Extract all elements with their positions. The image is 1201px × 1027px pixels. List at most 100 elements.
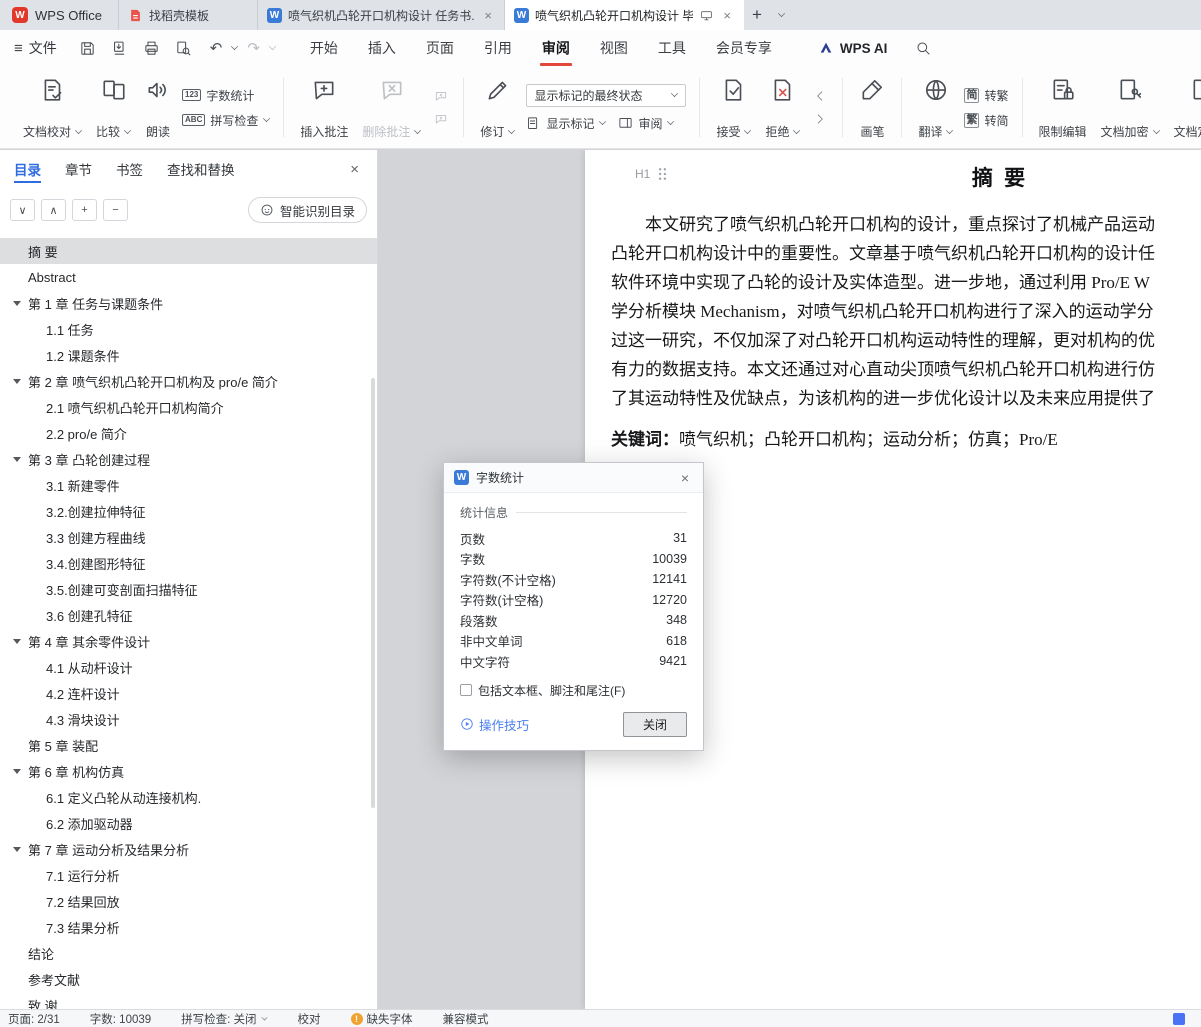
paragraph-line[interactable]: 学分析模块 Mechanism，对喷气织机凸轮开口机构进行了深入的运动学分 xyxy=(611,297,1201,326)
tab-docer-templates[interactable]: 找稻壳模板 xyxy=(117,0,258,30)
expand-all-button[interactable]: ∨ xyxy=(10,199,35,221)
collapse-triangle-icon[interactable] xyxy=(13,846,21,852)
brush-button[interactable]: 画笔 xyxy=(852,71,892,144)
insert-comment-button[interactable]: 插入批注 xyxy=(293,71,355,144)
toc-item[interactable]: 4.1 从动杆设计 xyxy=(0,654,377,680)
checkbox-icon[interactable] xyxy=(460,684,472,696)
status-item[interactable]: 拼写检查: 关闭 xyxy=(181,1011,268,1027)
ribbon-tab[interactable]: 会员专享 xyxy=(716,30,772,66)
toc-item[interactable]: 致 谢 xyxy=(0,992,377,1010)
toc-item[interactable]: 第 2 章 喷气织机凸轮开口机构及 pro/e 简介 xyxy=(0,368,377,394)
paragraph-line[interactable]: 本文研究了喷气织机凸轮开口机构的设计，重点探讨了机械产品运动 xyxy=(611,210,1201,239)
review-pane-button[interactable]: 审阅 xyxy=(618,115,675,132)
previous-comment-icon[interactable] xyxy=(431,87,451,105)
toc-item[interactable]: 结论 xyxy=(0,940,377,966)
status-item[interactable]: 兼容模式 xyxy=(443,1011,489,1027)
redo-icon[interactable]: ↷ xyxy=(247,39,260,57)
toc-item[interactable]: 1.2 课题条件 xyxy=(0,342,377,368)
toc-item[interactable]: 6.2 添加驱动器 xyxy=(0,810,377,836)
keywords-line[interactable]: 关键词：喷气织机；凸轮开口机构；运动分析；仿真；Pro/E xyxy=(611,425,1201,454)
toc-item[interactable]: 第 3 章 凸轮创建过程 xyxy=(0,446,377,472)
smart-toc-button[interactable]: 智能识别目录 xyxy=(247,197,367,223)
tab-document-thesis[interactable]: W 喷气织机凸轮开口机构设计 毕 × xyxy=(504,0,744,30)
collapse-triangle-icon[interactable] xyxy=(13,768,21,774)
read-aloud-button[interactable]: 朗读 xyxy=(138,71,178,144)
toc-item[interactable]: 7.3 结果分析 xyxy=(0,914,377,940)
ribbon-tab[interactable]: 工具 xyxy=(658,30,686,66)
simplified-to-traditional-button[interactable]: 简 转繁 xyxy=(964,87,1009,104)
ribbon-tab[interactable]: 视图 xyxy=(600,30,628,66)
include-footnotes-checkbox[interactable]: 包括文本框、脚注和尾注(F) xyxy=(460,682,687,699)
markup-state-select[interactable]: 显示标记的最终状态 xyxy=(526,83,687,107)
close-sidebar-icon[interactable]: × xyxy=(346,159,363,180)
finalize-button[interactable]: 文档定稿 xyxy=(1167,71,1201,144)
close-button[interactable]: 关闭 xyxy=(623,711,687,737)
expand-level-button[interactable]: + xyxy=(72,199,97,221)
export-pdf-icon[interactable] xyxy=(111,40,128,57)
new-tab-button[interactable]: + xyxy=(744,0,770,30)
toc-item[interactable]: 摘 要 xyxy=(0,238,377,264)
tab-find-replace[interactable]: 查找和替换 xyxy=(167,150,235,188)
wps-ai-button[interactable]: WPS AI xyxy=(818,30,887,66)
toc-item[interactable]: 第 6 章 机构仿真 xyxy=(0,758,377,784)
view-mode-icon[interactable] xyxy=(1173,1012,1185,1025)
paragraph-line[interactable]: 有力的数据支持。本文还通过对心直动尖顶喷气织机凸轮开口机构进行仿 xyxy=(611,355,1201,384)
toc-item[interactable]: 3.6 创建孔特征 xyxy=(0,602,377,628)
ribbon-tab[interactable]: 审阅 xyxy=(539,30,572,66)
encrypt-button[interactable]: 文档加密 xyxy=(1094,71,1167,144)
drag-handle-icon[interactable] xyxy=(657,166,668,182)
close-tab-icon[interactable]: × xyxy=(720,8,734,23)
ribbon-tab[interactable]: 开始 xyxy=(310,30,338,66)
toc-item[interactable]: 第 4 章 其余零件设计 xyxy=(0,628,377,654)
toc-item[interactable]: 1.1 任务 xyxy=(0,316,377,342)
wps-home-button[interactable]: W WPS Office xyxy=(0,0,118,30)
toc-item[interactable]: 3.1 新建零件 xyxy=(0,472,377,498)
file-menu-button[interactable]: ≡ 文件 xyxy=(14,30,57,66)
collapse-triangle-icon[interactable] xyxy=(13,638,21,644)
toc-item[interactable]: 2.2 pro/e 简介 xyxy=(0,420,377,446)
close-tab-icon[interactable]: × xyxy=(481,8,495,23)
paragraph-line[interactable]: 凸轮开口机构设计中的重要性。文章基于喷气织机凸轮开口机构的设计任 xyxy=(611,239,1201,268)
tips-link[interactable]: 操作技巧 xyxy=(460,715,529,734)
delete-comment-button[interactable]: 删除批注 xyxy=(355,71,428,144)
doc-proof-button[interactable]: 文档校对 xyxy=(16,71,89,144)
collapse-triangle-icon[interactable] xyxy=(13,456,21,462)
status-item[interactable]: 页面: 2/31 xyxy=(8,1011,60,1027)
toc-item[interactable]: 2.1 喷气织机凸轮开口机构简介 xyxy=(0,394,377,420)
translate-button[interactable]: 翻译 xyxy=(911,71,960,144)
tab-bookmarks[interactable]: 书签 xyxy=(116,150,143,188)
collapse-level-button[interactable]: − xyxy=(103,199,128,221)
toc-item[interactable]: 3.3 创建方程曲线 xyxy=(0,524,377,550)
print-icon[interactable] xyxy=(143,40,160,57)
tab-toc[interactable]: 目录 xyxy=(14,150,41,188)
toc-item[interactable]: 7.1 运行分析 xyxy=(0,862,377,888)
document-body[interactable]: 本文研究了喷气织机凸轮开口机构的设计，重点探讨了机械产品运动 凸轮开口机构设计中的… xyxy=(585,210,1201,454)
print-preview-icon[interactable] xyxy=(175,40,192,57)
toc-item[interactable]: 3.5.创建可变剖面扫描特征 xyxy=(0,576,377,602)
paragraph-line[interactable]: 软件环境中实现了凸轮的设计及实体造型。进一步地，通过利用 Pro/E W xyxy=(611,268,1201,297)
status-item[interactable]: 字数: 10039 xyxy=(90,1011,151,1027)
dialog-titlebar[interactable]: W 字数统计 × xyxy=(444,463,703,493)
toc-item[interactable]: 参考文献 xyxy=(0,966,377,992)
word-count-button[interactable]: 123 字数统计 xyxy=(182,87,270,104)
ribbon-tab[interactable]: 引用 xyxy=(484,30,512,66)
restrict-edit-button[interactable]: 限制编辑 xyxy=(1032,71,1094,144)
status-item[interactable]: ! 缺失字体 xyxy=(350,1011,413,1027)
accept-button[interactable]: 接受 xyxy=(709,71,758,144)
toc-item[interactable]: 7.2 结果回放 xyxy=(0,888,377,914)
ribbon-tab[interactable]: 插入 xyxy=(368,30,396,66)
ribbon-tab[interactable]: 页面 xyxy=(426,30,454,66)
sidebar-scrollbar[interactable] xyxy=(370,238,376,1009)
collapse-triangle-icon[interactable] xyxy=(13,300,21,306)
status-item[interactable]: 校对 xyxy=(298,1011,321,1027)
toc-item[interactable]: 4.3 滑块设计 xyxy=(0,706,377,732)
toc-item[interactable]: Abstract xyxy=(0,264,377,290)
tab-chapters[interactable]: 章节 xyxy=(65,150,92,188)
paragraph-line[interactable]: 了其运动特性及优缺点，为该机构的进一步优化设计以及未来应用提供了 xyxy=(611,384,1201,413)
track-changes-button[interactable]: 修订 xyxy=(473,71,522,144)
next-revision-icon[interactable] xyxy=(810,110,830,128)
toc-item[interactable]: 第 7 章 运动分析及结果分析 xyxy=(0,836,377,862)
toc-item[interactable]: 6.1 定义凸轮从动连接机构. xyxy=(0,784,377,810)
reject-button[interactable]: 拒绝 xyxy=(758,71,807,144)
undo-icon[interactable]: ↶ xyxy=(210,39,223,57)
